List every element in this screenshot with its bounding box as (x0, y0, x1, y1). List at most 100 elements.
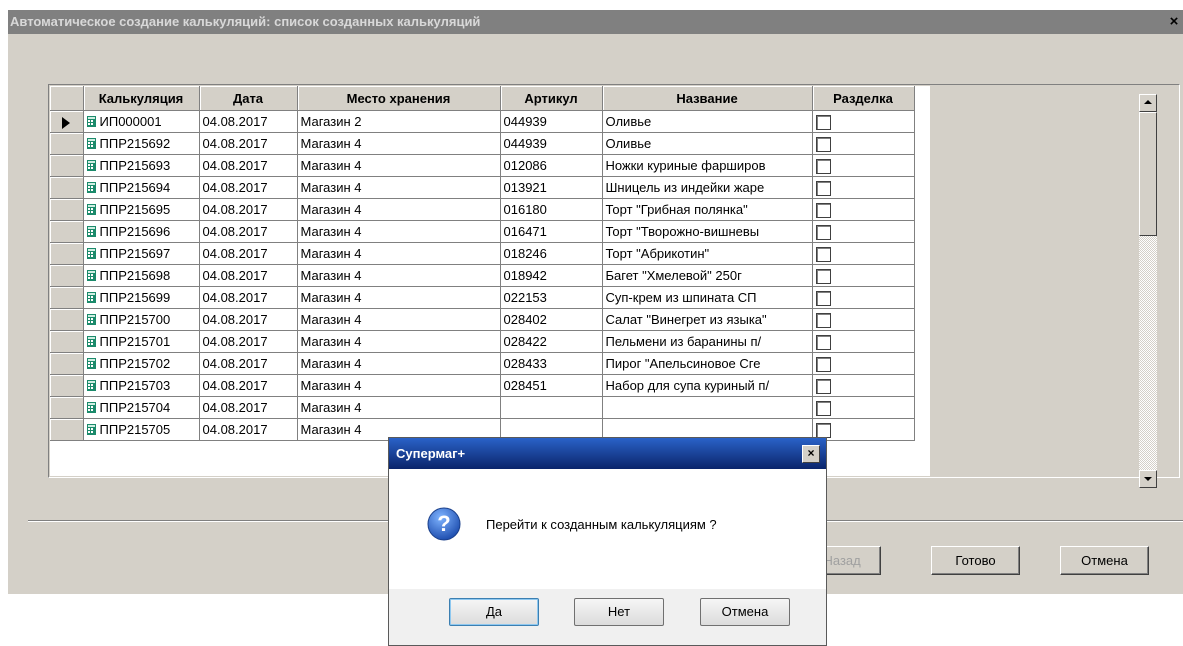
cell-calc[interactable]: ППР215698 (83, 264, 200, 287)
cell-calc[interactable]: ППР215703 (83, 374, 200, 397)
cell-cut[interactable] (812, 330, 915, 353)
row-indicator[interactable] (50, 418, 84, 441)
cell-store[interactable]: Магазин 4 (297, 396, 501, 419)
cut-checkbox[interactable] (815, 356, 831, 372)
cell-cut[interactable] (812, 132, 915, 155)
cell-calc[interactable]: ППР215693 (83, 154, 200, 177)
yes-button[interactable]: Да (449, 598, 539, 626)
dialog-cancel-button[interactable]: Отмена (700, 598, 790, 626)
row-indicator[interactable] (50, 396, 84, 419)
cell-article[interactable]: 028422 (500, 330, 603, 353)
table-row[interactable]: ППР215704 04.08.2017 Магазин 4 (50, 396, 915, 419)
cut-checkbox[interactable] (815, 180, 831, 196)
cell-date[interactable]: 04.08.2017 (199, 396, 298, 419)
row-indicator[interactable] (50, 374, 84, 397)
cell-cut[interactable] (812, 110, 915, 133)
cell-name[interactable]: Ножки куриные фарширов (602, 154, 813, 177)
row-indicator[interactable] (50, 176, 84, 199)
table-row[interactable]: ППР215695 04.08.2017 Магазин 4 016180 Торт "… (50, 198, 915, 221)
cell-cut[interactable] (812, 396, 915, 419)
cell-cut[interactable] (812, 154, 915, 177)
column-header-store[interactable]: Место хранения (297, 86, 501, 111)
cell-name[interactable]: Пельмени из баранины п/ (602, 330, 813, 353)
cut-checkbox[interactable] (815, 202, 831, 218)
table-row[interactable]: ППР215694 04.08.2017 Магазин 4 013921 Шницел… (50, 176, 915, 199)
cell-store[interactable]: Магазин 4 (297, 220, 501, 243)
cell-cut[interactable] (812, 352, 915, 375)
cell-date[interactable]: 04.08.2017 (199, 418, 298, 441)
table-row[interactable]: ППР215700 04.08.2017 Магазин 4 028402 Салат … (50, 308, 915, 331)
cell-store[interactable]: Магазин 4 (297, 308, 501, 331)
cell-name[interactable]: Шницель из индейки жаре (602, 176, 813, 199)
row-indicator[interactable] (50, 352, 84, 375)
cell-date[interactable]: 04.08.2017 (199, 286, 298, 309)
cell-calc[interactable]: ИП000001 (83, 110, 200, 133)
cell-store[interactable]: Магазин 4 (297, 286, 501, 309)
cell-article[interactable]: 012086 (500, 154, 603, 177)
cell-cut[interactable] (812, 264, 915, 287)
cell-article[interactable]: 028433 (500, 352, 603, 375)
cell-name[interactable]: Торт "Абрикотин" (602, 242, 813, 265)
cell-store[interactable]: Магазин 4 (297, 132, 501, 155)
row-indicator[interactable] (50, 242, 84, 265)
cancel-button[interactable]: Отмена (1060, 546, 1149, 575)
table-row[interactable]: ИП000001 04.08.2017 Магазин 2 044939 Оливье (50, 110, 915, 133)
cut-checkbox[interactable] (815, 114, 831, 130)
cell-store[interactable]: Магазин 4 (297, 264, 501, 287)
cell-name[interactable]: Набор для супа куриный п/ (602, 374, 813, 397)
table-row[interactable]: ППР215699 04.08.2017 Магазин 4 022153 Суп-кр… (50, 286, 915, 309)
cell-date[interactable]: 04.08.2017 (199, 154, 298, 177)
cell-store[interactable]: Магазин 4 (297, 374, 501, 397)
table-row[interactable]: ППР215696 04.08.2017 Магазин 4 016471 Торт "… (50, 220, 915, 243)
cell-name[interactable]: Суп-крем из шпината СП (602, 286, 813, 309)
window-titlebar[interactable]: Автоматическое создание калькуляций: спи… (8, 10, 1183, 34)
cell-date[interactable]: 04.08.2017 (199, 374, 298, 397)
calculations-grid[interactable]: Калькуляция Дата Место хранения Артикул … (48, 84, 1180, 478)
cell-store[interactable]: Магазин 4 (297, 198, 501, 221)
cell-store[interactable]: Магазин 2 (297, 110, 501, 133)
cell-store[interactable]: Магазин 4 (297, 330, 501, 353)
table-row[interactable]: ППР215693 04.08.2017 Магазин 4 012086 Ножки … (50, 154, 915, 177)
cell-date[interactable]: 04.08.2017 (199, 220, 298, 243)
cell-article[interactable]: 016471 (500, 220, 603, 243)
cell-article[interactable]: 028451 (500, 374, 603, 397)
cell-calc[interactable]: ППР215701 (83, 330, 200, 353)
cell-article[interactable]: 044939 (500, 110, 603, 133)
cell-date[interactable]: 04.08.2017 (199, 330, 298, 353)
vertical-scrollbar[interactable] (1139, 94, 1157, 488)
column-header-name[interactable]: Название (602, 86, 813, 111)
cell-name[interactable]: Торт "Грибная полянка" (602, 198, 813, 221)
cut-checkbox[interactable] (815, 312, 831, 328)
column-header-date[interactable]: Дата (199, 86, 298, 111)
scroll-thumb[interactable] (1139, 112, 1157, 236)
row-indicator[interactable] (50, 220, 84, 243)
cell-article[interactable]: 028402 (500, 308, 603, 331)
row-indicator[interactable] (50, 198, 84, 221)
cell-store[interactable]: Магазин 4 (297, 242, 501, 265)
row-indicator[interactable] (50, 154, 84, 177)
cell-cut[interactable] (812, 286, 915, 309)
cell-calc[interactable]: ППР215704 (83, 396, 200, 419)
cell-calc[interactable]: ППР215700 (83, 308, 200, 331)
cell-cut[interactable] (812, 308, 915, 331)
cell-calc[interactable]: ППР215694 (83, 176, 200, 199)
cell-date[interactable]: 04.08.2017 (199, 110, 298, 133)
cut-checkbox[interactable] (815, 268, 831, 284)
cut-checkbox[interactable] (815, 334, 831, 350)
cell-date[interactable]: 04.08.2017 (199, 264, 298, 287)
cut-checkbox[interactable] (815, 422, 831, 438)
cell-date[interactable]: 04.08.2017 (199, 352, 298, 375)
dialog-close-button[interactable]: × (802, 445, 820, 463)
cut-checkbox[interactable] (815, 378, 831, 394)
cell-name[interactable]: Багет "Хмелевой" 250г (602, 264, 813, 287)
cut-checkbox[interactable] (815, 400, 831, 416)
cell-store[interactable]: Магазин 4 (297, 352, 501, 375)
cell-article[interactable]: 022153 (500, 286, 603, 309)
dialog-titlebar[interactable]: Супермаг+ × (389, 438, 826, 469)
cell-calc[interactable]: ППР215697 (83, 242, 200, 265)
cell-date[interactable]: 04.08.2017 (199, 176, 298, 199)
cell-name[interactable] (602, 396, 813, 419)
cut-checkbox[interactable] (815, 158, 831, 174)
cell-article[interactable]: 018246 (500, 242, 603, 265)
row-indicator[interactable] (50, 132, 84, 155)
